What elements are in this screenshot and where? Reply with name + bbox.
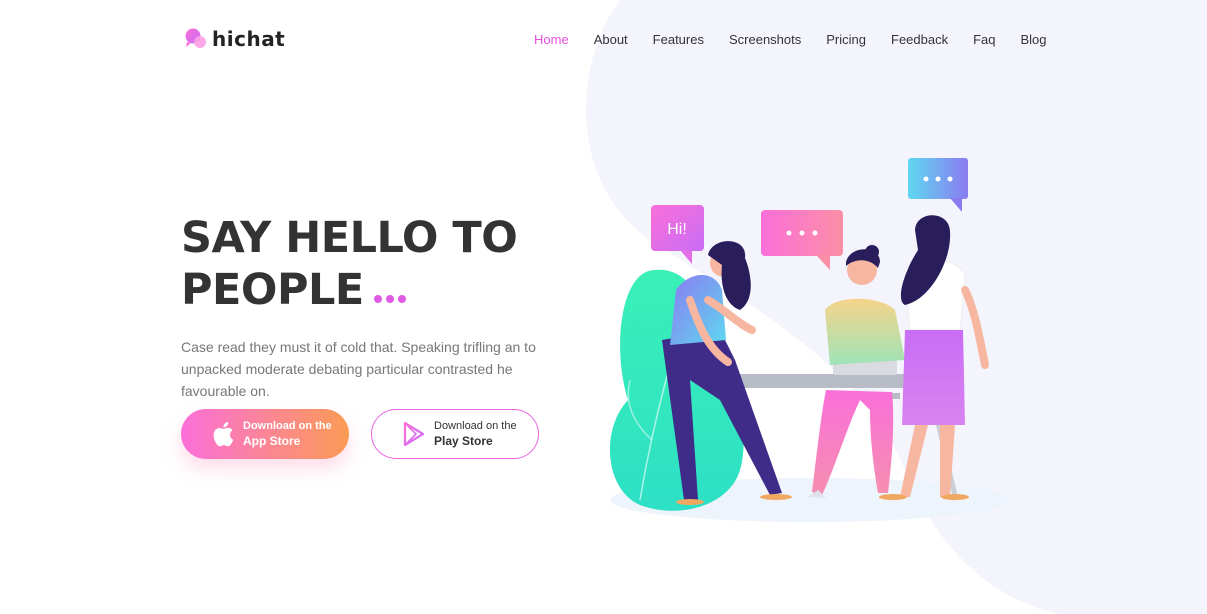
play-store-button[interactable]: Download on the Play Store (371, 409, 539, 459)
nav-item-pricing[interactable]: Pricing (826, 32, 866, 47)
brand-name: hichat (212, 27, 286, 51)
nav-item-home[interactable]: Home (534, 32, 569, 47)
play-store-icon (402, 421, 426, 447)
nav-item-blog[interactable]: Blog (1021, 32, 1047, 47)
nav-item-about[interactable]: About (594, 32, 628, 47)
hero-headline: SAY HELLO TO PEOPLE (181, 212, 601, 316)
app-store-button[interactable]: Download on the App Store (181, 409, 349, 459)
nav-item-features[interactable]: Features (653, 32, 704, 47)
typing-bubble-right (908, 158, 968, 212)
nav-item-screenshots[interactable]: Screenshots (729, 32, 801, 47)
ellipsis-dots-icon (373, 294, 406, 303)
play-store-big-text: Play Store (434, 434, 493, 448)
app-store-big-text: App Store (243, 434, 301, 448)
nav-item-feedback[interactable]: Feedback (891, 32, 948, 47)
typing-bubble-middle (761, 210, 843, 270)
people-chatting-illustration: Hi! (609, 158, 1010, 522)
play-store-label: Download on the Play Store (434, 419, 517, 449)
chat-logo-icon (185, 28, 206, 48)
logo[interactable]: hichat (184, 27, 285, 51)
hero-section: SAY HELLO TO PEOPLE Case read they must … (181, 212, 601, 416)
main-nav: Home About Features Screenshots Pricing … (534, 32, 1072, 47)
app-store-label: Download on the App Store (243, 419, 332, 449)
play-store-small-text: Download on the (434, 420, 517, 432)
hi-bubble: Hi! (651, 205, 704, 264)
person-3-skirt (902, 330, 965, 425)
headline-line-1: SAY HELLO TO (181, 213, 518, 263)
download-buttons: Download on the App Store Download on th… (181, 409, 539, 459)
navbar: hichat Home About Features Screenshots P… (0, 0, 1207, 80)
app-store-small-text: Download on the (243, 420, 332, 432)
apple-icon (211, 421, 235, 447)
bubble-hi-text: Hi! (667, 221, 687, 238)
nav-item-faq[interactable]: Faq (973, 32, 995, 47)
hero-description: Case read they must it of cold that. Spe… (181, 339, 536, 399)
headline-line-2-text: PEOPLE (181, 265, 364, 315)
headline-line-2: PEOPLE (181, 264, 601, 316)
